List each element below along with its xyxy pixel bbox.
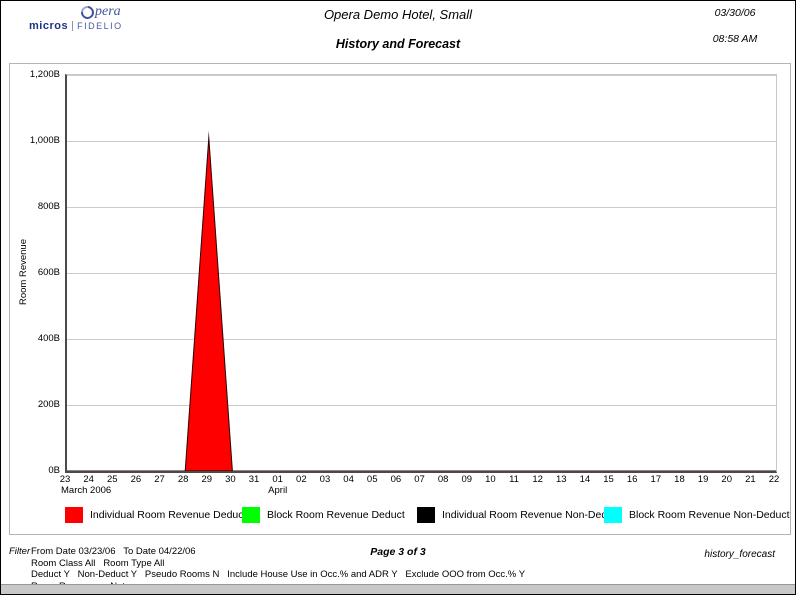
x-tick-label: 05: [367, 474, 378, 485]
report-file-name: history_forecast: [704, 549, 775, 560]
x-tick-label: 18: [674, 474, 685, 485]
x-tick-label: 15: [603, 474, 614, 485]
x-tick-label: 11: [509, 474, 519, 485]
x-tick-label: 08: [438, 474, 449, 485]
plot-area: [65, 74, 777, 473]
chart-container: Room Revenue 0B200B400B600B800B1,000B1,2…: [9, 63, 791, 535]
x-tick-label: 17: [651, 474, 662, 485]
legend-label: Individual Room Revenue Non-Deduct: [442, 509, 621, 521]
revenue-area-series: [67, 138, 776, 471]
y-tick-label: 400B: [10, 333, 60, 344]
legend-item: Individual Room Revenue Non-Deduct: [417, 506, 621, 524]
x-tick-label: 31: [249, 474, 260, 485]
y-tick-label: 800B: [10, 201, 60, 212]
x-tick-label: 13: [556, 474, 567, 485]
fidelio-label: FIDELIO: [77, 21, 123, 31]
x-tick-label: 22: [769, 474, 780, 485]
x-tick-label: 10: [485, 474, 496, 485]
report-time: 08:58 AM: [687, 33, 783, 45]
legend-label: Individual Room Revenue Deduct: [90, 509, 246, 521]
legend-swatch: [242, 507, 260, 523]
hotel-title: Opera Demo Hotel, Small: [1, 7, 795, 22]
report-page: pera micros FIDELIO Opera Demo Hotel, Sm…: [0, 0, 796, 595]
x-tick-label: 02: [296, 474, 307, 485]
x-tick-label: 25: [107, 474, 118, 485]
x-tick-label: 14: [580, 474, 591, 485]
legend-swatch: [604, 507, 622, 523]
x-axis-section-label: April: [268, 485, 287, 496]
x-tick-label: 20: [721, 474, 732, 485]
x-tick-label: 24: [83, 474, 94, 485]
x-tick-label: 16: [627, 474, 638, 485]
legend-item: Block Room Revenue Non-Deduct: [604, 506, 790, 524]
report-title: History and Forecast: [1, 37, 795, 51]
legend-swatch: [65, 507, 83, 523]
x-tick-label: 23: [60, 474, 71, 485]
y-tick-label: 600B: [10, 267, 60, 278]
x-tick-label: 03: [320, 474, 331, 485]
filter-criteria-line: Room Class All Room Type All: [31, 558, 525, 570]
legend-label: Block Room Revenue Non-Deduct: [629, 509, 790, 521]
x-tick-label: 09: [461, 474, 472, 485]
legend-item: Individual Room Revenue Deduct: [65, 506, 246, 524]
y-tick-label: 200B: [10, 399, 60, 410]
report-datetime: 03/30/06 08:58 AM: [687, 7, 783, 45]
x-axis-section-label: March 2006: [61, 485, 111, 496]
x-tick-label: 12: [532, 474, 543, 485]
legend-swatch: [417, 507, 435, 523]
y-tick-label: 1,000B: [10, 135, 60, 146]
legend-label: Block Room Revenue Deduct: [267, 509, 405, 521]
revenue-area-chart: [67, 75, 776, 471]
x-tick-label: 30: [225, 474, 236, 485]
x-tick-label: 27: [154, 474, 165, 485]
legend-item: Block Room Revenue Deduct: [242, 506, 405, 524]
x-tick-label: 19: [698, 474, 709, 485]
x-tick-label: 04: [343, 474, 354, 485]
y-tick-label: 0B: [10, 465, 60, 476]
logo-divider: [72, 21, 73, 31]
x-tick-label: 29: [202, 474, 213, 485]
horizontal-scrollbar[interactable]: [1, 584, 795, 594]
x-tick-label: 01: [272, 474, 283, 485]
x-tick-label: 28: [178, 474, 189, 485]
x-tick-label: 06: [391, 474, 402, 485]
page-number: Page 3 of 3: [1, 546, 795, 558]
report-date: 03/30/06: [687, 7, 783, 19]
y-tick-label: 1,200B: [10, 69, 60, 80]
x-tick-label: 21: [745, 474, 756, 485]
filter-criteria-line: Deduct Y Non-Deduct Y Pseudo Rooms N Inc…: [31, 569, 525, 581]
x-tick-label: 26: [131, 474, 142, 485]
x-tick-label: 07: [414, 474, 425, 485]
